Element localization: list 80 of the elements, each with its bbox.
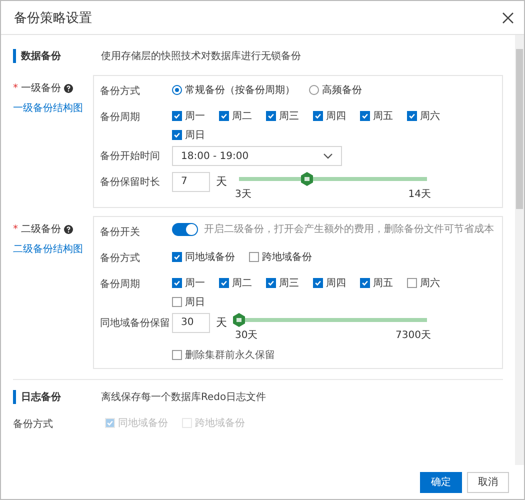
unit-label: 天	[216, 174, 227, 189]
option-label: 同地域备份	[118, 416, 168, 430]
confirm-button[interactable]: 确定	[420, 472, 462, 492]
option-label: 周二	[232, 110, 252, 123]
dialog-title: 备份策略设置	[14, 10, 92, 26]
radio-button[interactable]	[309, 85, 319, 95]
checkbox[interactable]	[172, 297, 182, 307]
tier-label: 一级备份	[21, 82, 61, 95]
checkbox[interactable]	[172, 278, 182, 288]
help-icon[interactable]	[64, 224, 73, 234]
checkbox[interactable]	[172, 111, 182, 121]
field-label: 同地域备份保留	[100, 316, 171, 330]
section-title: 数据备份	[13, 49, 101, 63]
checkbox[interactable]	[360, 278, 370, 288]
option-label: 周五	[373, 277, 393, 290]
checkbox[interactable]	[313, 111, 323, 121]
field-label: 备份方式	[100, 84, 141, 98]
diagram-link[interactable]: 二级备份结构图	[13, 242, 93, 256]
field-label: 备份开始时间	[100, 150, 161, 163]
number-input[interactable]: 7	[172, 172, 210, 192]
section-title: 日志备份	[13, 390, 101, 404]
field-label: 备份开关	[100, 226, 141, 239]
switch-hint: 开启二级备份，打开会产生额外的费用，删除备份文件可节省成本	[204, 222, 494, 236]
checkbox[interactable]	[313, 278, 323, 288]
chevron-down-icon	[323, 153, 333, 159]
close-icon[interactable]	[502, 12, 514, 24]
slider-thumb[interactable]	[232, 313, 246, 327]
option-label: 周六	[420, 110, 440, 123]
required-mark: *	[13, 224, 18, 234]
option-label: 周日	[185, 129, 205, 142]
option-label: 删除集群前永久保留	[185, 348, 275, 362]
checkbox[interactable]	[219, 278, 229, 288]
option-label: 周三	[279, 110, 299, 123]
field-label: 备份保留时长	[100, 176, 161, 189]
slider-thumb[interactable]	[300, 172, 314, 186]
checkbox[interactable]	[266, 111, 276, 121]
field-label: 备份周期	[100, 278, 141, 291]
required-mark: *	[13, 82, 18, 94]
field-label: 备份周期	[100, 110, 141, 124]
field-label: 备份方式	[100, 252, 141, 265]
option-label: 周六	[420, 276, 440, 290]
option-label: 跨地域备份	[262, 250, 312, 264]
checkbox[interactable]	[172, 350, 182, 360]
option-label: 周一	[185, 277, 205, 290]
option-label: 周四	[326, 110, 346, 123]
slider-max-label: 7300天	[396, 329, 431, 342]
diagram-link[interactable]: 一级备份结构图	[13, 101, 93, 115]
checkbox[interactable]	[172, 252, 182, 262]
option-label: 周三	[279, 277, 299, 290]
help-icon[interactable]	[64, 84, 73, 92]
checkbox[interactable]	[266, 278, 276, 288]
time-select[interactable]: 18:00 - 19:00	[172, 146, 342, 166]
field-label: 备份方式	[13, 418, 54, 431]
slider-min-label: 30天	[235, 329, 258, 342]
toggle-switch[interactable]	[172, 223, 198, 236]
option-label: 同地域备份	[185, 250, 235, 264]
option-label: 周五	[373, 110, 393, 123]
option-label: 跨地域备份	[195, 416, 245, 430]
number-input[interactable]: 30	[172, 313, 210, 333]
radio-button[interactable]	[172, 85, 182, 95]
checkbox[interactable]	[219, 111, 229, 121]
option-label: 高频备份	[322, 84, 362, 97]
unit-label: 天	[216, 315, 227, 330]
checkbox[interactable]	[407, 278, 417, 288]
option-label: 常规备份（按备份周期）	[185, 84, 295, 97]
checkbox[interactable]	[407, 111, 417, 121]
option-label: 周二	[232, 277, 252, 290]
checkbox[interactable]	[172, 130, 182, 140]
slider-max-label: 14天	[408, 188, 431, 201]
cancel-button[interactable]: 取消	[467, 472, 509, 492]
section-description: 离线保存每一个数据库Redo日志文件	[101, 390, 266, 404]
tier-label: 二级备份	[21, 223, 61, 236]
option-label: 周四	[326, 277, 346, 290]
scrollbar[interactable]	[515, 35, 524, 465]
checkbox[interactable]	[360, 111, 370, 121]
option-label: 周一	[185, 110, 205, 123]
option-label: 周日	[185, 296, 205, 309]
slider-min-label: 3天	[235, 188, 252, 201]
section-description: 使用存储层的快照技术对数据库进行无锁备份	[101, 50, 301, 63]
checkbox[interactable]	[249, 252, 259, 262]
